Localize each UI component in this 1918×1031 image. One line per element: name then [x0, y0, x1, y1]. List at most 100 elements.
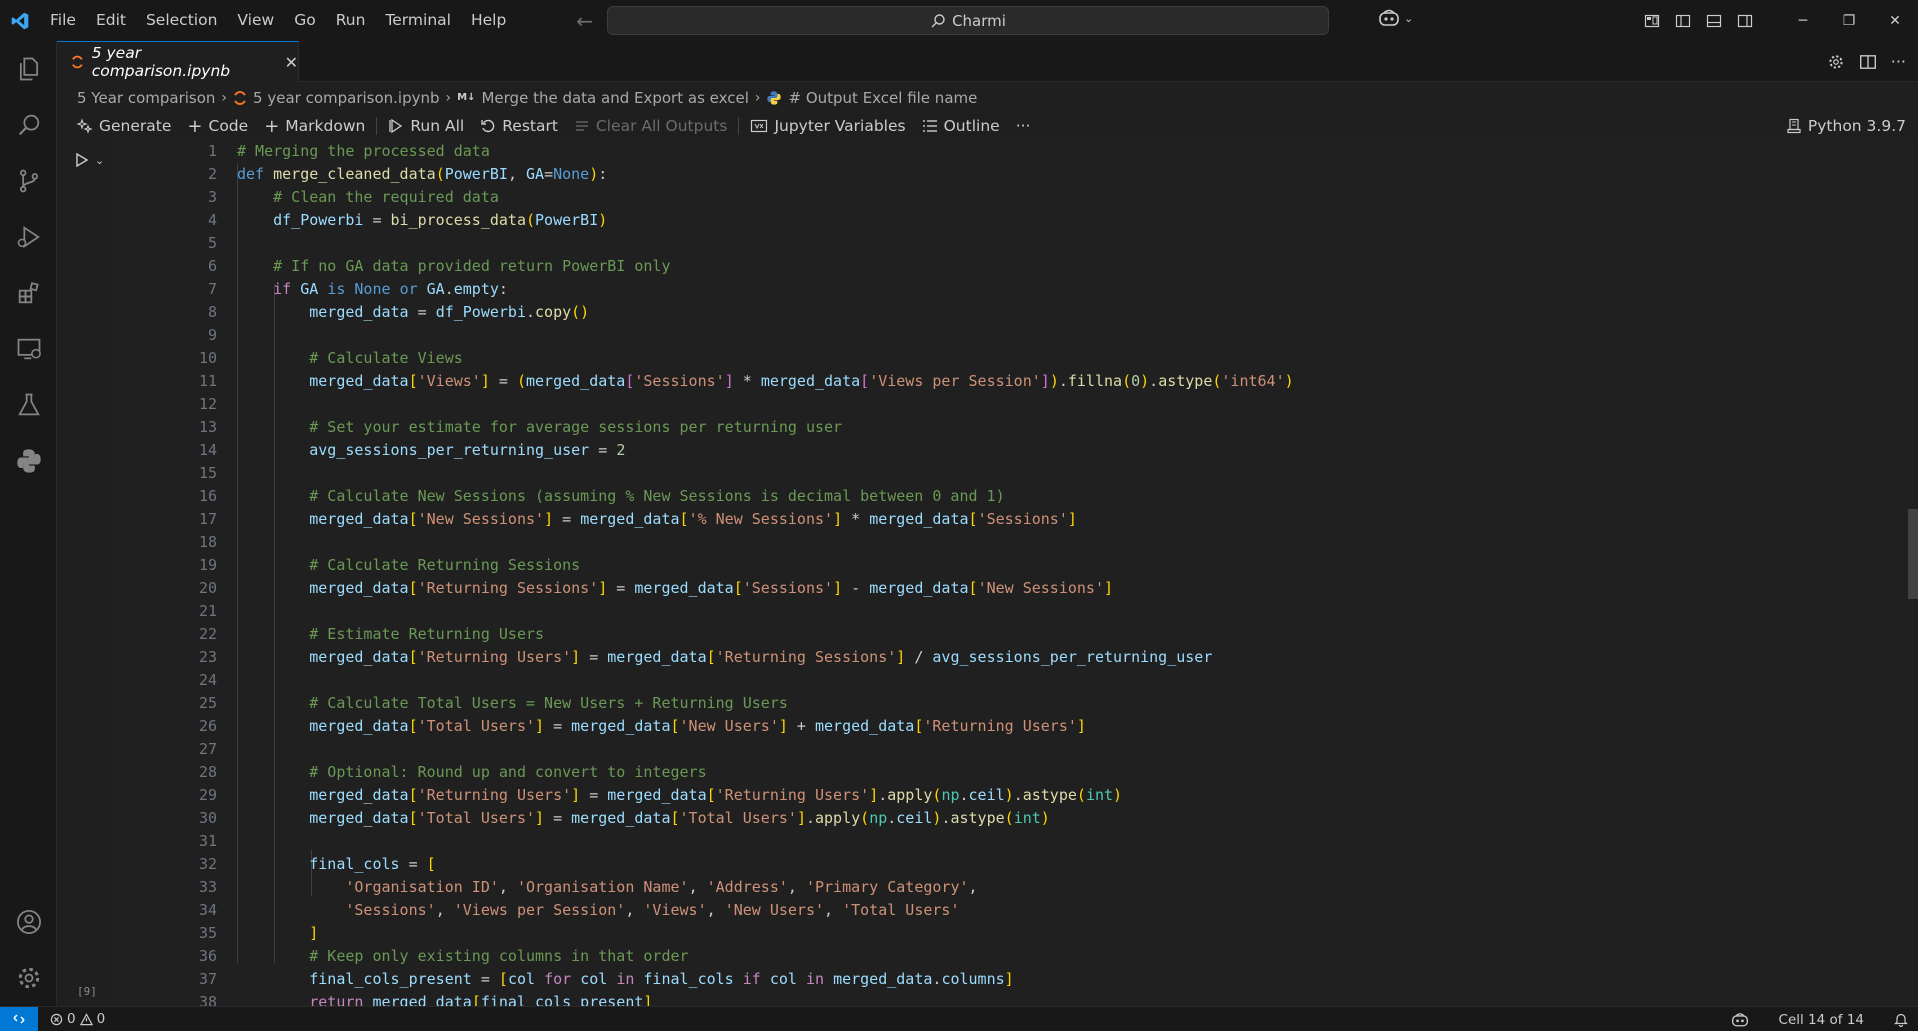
python-icon[interactable]: [0, 433, 57, 489]
breadcrumb-folder[interactable]: 5 Year comparison: [77, 89, 215, 107]
menu-run[interactable]: Run: [326, 0, 376, 41]
menu-go[interactable]: Go: [284, 0, 326, 41]
copilot-status-icon[interactable]: [1731, 1012, 1749, 1028]
menu-selection[interactable]: Selection: [136, 0, 227, 41]
code-line: 17 merged_data['New Sessions'] = merged_…: [112, 508, 1902, 531]
customize-layout-icon[interactable]: [1636, 0, 1667, 41]
line-number: 10: [198, 349, 217, 367]
menu-bar: File Edit Selection View Go Run Terminal…: [40, 0, 516, 41]
breadcrumb-section[interactable]: Merge the data and Export as excel: [481, 89, 748, 107]
line-number: 20: [198, 579, 217, 597]
toggle-secondary-sidebar-icon[interactable]: [1729, 0, 1760, 41]
restart-icon: [481, 119, 495, 133]
command-center-search[interactable]: Charmi: [607, 6, 1329, 35]
code-line: 25 # Calculate Total Users = New Users +…: [112, 692, 1902, 715]
add-markdown-cell-button[interactable]: + Markdown: [256, 116, 373, 137]
run-all-label: Run All: [410, 117, 465, 135]
menu-help[interactable]: Help: [461, 0, 516, 41]
line-number: 15: [198, 464, 217, 482]
code-line: 31: [112, 830, 1902, 853]
menu-terminal[interactable]: Terminal: [375, 0, 461, 41]
plus-icon: +: [264, 115, 280, 137]
title-bar: File Edit Selection View Go Run Terminal…: [0, 0, 1918, 41]
line-number: 34: [198, 901, 217, 919]
outline-button[interactable]: Outline: [914, 117, 1008, 135]
chevron-down-icon[interactable]: ⌄: [95, 154, 104, 167]
search-icon[interactable]: [0, 97, 57, 153]
remote-explorer-icon[interactable]: [0, 321, 57, 377]
manage-gear-icon[interactable]: [0, 950, 57, 1006]
bell-icon[interactable]: [1894, 1012, 1908, 1027]
line-number: 6: [207, 257, 217, 275]
line-number: 14: [198, 441, 217, 459]
gear-icon[interactable]: [1827, 53, 1845, 71]
explorer-icon[interactable]: [0, 41, 57, 97]
extensions-icon[interactable]: [0, 265, 57, 321]
line-number: 25: [198, 694, 217, 712]
generate-button[interactable]: Generate: [69, 117, 179, 135]
status-right-items: Cell 14 of 14: [1731, 1007, 1908, 1031]
menu-view[interactable]: View: [227, 0, 284, 41]
outline-icon: [922, 120, 937, 132]
code-line: 22 # Estimate Returning Users: [112, 623, 1902, 646]
code-line: 16 # Calculate New Sessions (assuming % …: [112, 485, 1902, 508]
breadcrumb-file[interactable]: 5 year comparison.ipynb: [253, 89, 440, 107]
accounts-icon[interactable]: [0, 894, 57, 950]
clear-all-outputs-label: Clear All Outputs: [595, 117, 728, 135]
code-line: 11 merged_data['Views'] = (merged_data['…: [112, 370, 1902, 393]
remote-indicator-icon[interactable]: [0, 1006, 38, 1031]
run-cell-button[interactable]: ⌄: [75, 152, 104, 168]
run-debug-icon[interactable]: [0, 209, 57, 265]
testing-icon[interactable]: [0, 377, 57, 433]
line-number: 36: [198, 947, 217, 965]
outline-label: Outline: [943, 117, 1000, 135]
run-all-button[interactable]: Run All: [380, 117, 472, 135]
code-line: 27: [112, 738, 1902, 761]
back-arrow-icon[interactable]: ←: [576, 9, 593, 33]
line-number: 9: [207, 326, 217, 344]
kernel-picker[interactable]: Python 3.9.7: [1786, 112, 1906, 140]
line-number: 13: [198, 418, 217, 436]
scrollbar-thumb[interactable]: [1908, 509, 1918, 599]
cell-gutter: ⌄ [9]: [57, 140, 112, 1006]
menu-edit[interactable]: Edit: [86, 0, 136, 41]
tab-notebook[interactable]: 5 year comparison.ipynb ✕: [57, 41, 299, 82]
more-actions-icon[interactable]: ···: [1891, 52, 1906, 71]
menu-file[interactable]: File: [40, 0, 86, 41]
code-line: 8 merged_data = df_Powerbi.copy(): [112, 301, 1902, 324]
code-line: 5: [112, 232, 1902, 255]
code-cell-editor[interactable]: 1 # Merging the processed data 2 def merge…: [112, 140, 1918, 1011]
code-line: 2 def merge_cleaned_data(PowerBI, GA=None…: [112, 163, 1902, 186]
problems-indicator[interactable]: 0 0: [50, 1011, 105, 1027]
cell-position-indicator[interactable]: Cell 14 of 14: [1779, 1012, 1864, 1028]
split-editor-icon[interactable]: [1859, 53, 1877, 71]
close-icon[interactable]: ✕: [285, 53, 298, 72]
restart-button[interactable]: Restart: [472, 117, 566, 135]
line-number: 19: [198, 556, 217, 574]
add-code-cell-button[interactable]: + Code: [179, 116, 256, 137]
code-line: 1 # Merging the processed data: [112, 140, 1902, 163]
error-icon: [50, 1013, 63, 1025]
line-number: 23: [198, 648, 217, 666]
minimize-icon[interactable]: ─: [1780, 0, 1826, 41]
toggle-panel-icon[interactable]: [1698, 0, 1729, 41]
restore-icon[interactable]: ❐: [1826, 0, 1872, 41]
vertical-scrollbar[interactable]: [1904, 140, 1918, 1006]
breadcrumb-symbol[interactable]: # Output Excel file name: [788, 89, 977, 107]
toggle-primary-sidebar-icon[interactable]: [1667, 0, 1698, 41]
copilot-button[interactable]: ⌄: [1378, 9, 1413, 27]
source-control-icon[interactable]: [0, 153, 57, 209]
line-number: 12: [198, 395, 217, 413]
code-line: 36 # Keep only existing columns in that …: [112, 945, 1902, 968]
line-number: 24: [198, 671, 217, 689]
jupyter-variables-button[interactable]: Jupyter Variables: [742, 117, 913, 135]
kernel-label: Python 3.9.7: [1807, 117, 1906, 135]
clear-all-icon: [575, 121, 588, 131]
line-number: 16: [198, 487, 217, 505]
clear-all-outputs-button[interactable]: Clear All Outputs: [566, 117, 736, 135]
chevron-right-icon: ›: [754, 89, 761, 106]
more-toolbar-actions-button[interactable]: ···: [1008, 117, 1039, 135]
close-window-icon[interactable]: ✕: [1872, 0, 1918, 41]
more-icon: ···: [1015, 117, 1031, 135]
execution-count: [9]: [77, 985, 97, 998]
